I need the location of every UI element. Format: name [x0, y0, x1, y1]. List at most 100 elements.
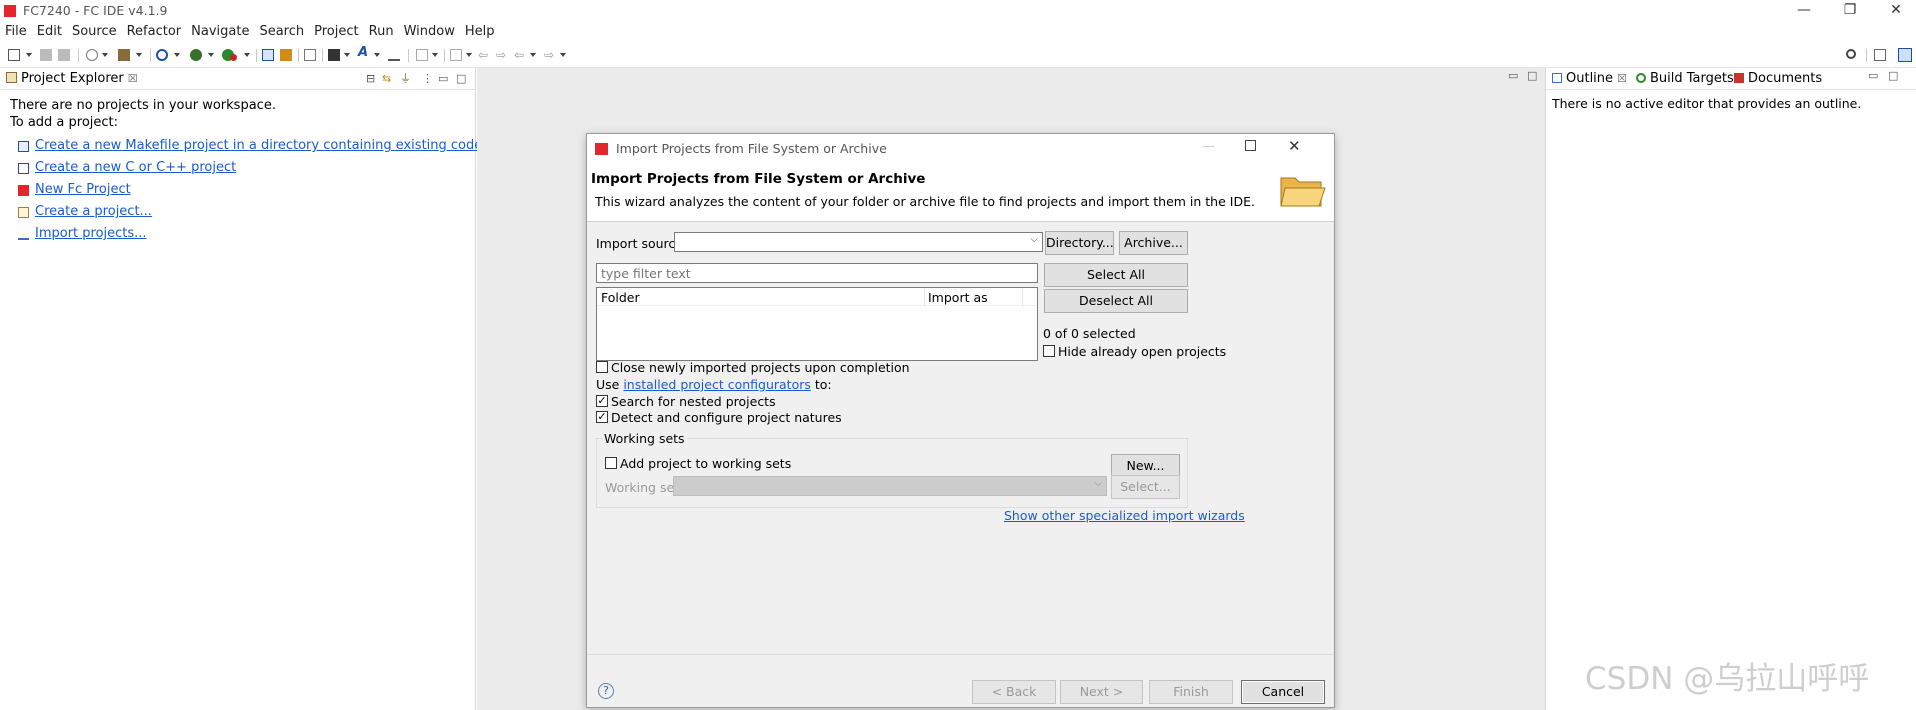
menu-window[interactable]: Window: [399, 22, 460, 41]
tab-documents[interactable]: Documents: [1734, 71, 1822, 86]
editor-maximize-icon[interactable]: □: [1527, 69, 1537, 82]
save-icon[interactable]: [40, 49, 52, 61]
search-icon[interactable]: [1846, 49, 1856, 59]
annotation-a-icon[interactable]: A: [358, 46, 370, 59]
next-annotation-dropdown-arrow[interactable]: [432, 53, 438, 57]
back-dropdown-arrow[interactable]: [530, 53, 536, 57]
menu-navigate[interactable]: Navigate: [186, 22, 254, 41]
outline-maximize-icon[interactable]: □: [1888, 69, 1898, 82]
view-menu-icon[interactable]: ⋮: [422, 68, 433, 89]
last-edit-icon[interactable]: ⇦: [478, 49, 490, 61]
cycle-icon[interactable]: [86, 49, 98, 61]
cancel-button[interactable]: Cancel: [1241, 680, 1325, 704]
toolbar-separator: [256, 49, 257, 62]
forward-icon[interactable]: ⇨: [544, 49, 556, 61]
import-as-column-header[interactable]: Import as: [928, 290, 988, 305]
filter-icon[interactable]: ⏚: [400, 68, 411, 89]
show-wizards-link[interactable]: Show other specialized import wizards: [1004, 508, 1245, 523]
editor-minimize-icon[interactable]: ▭: [1508, 69, 1518, 82]
menu-run[interactable]: Run: [364, 22, 399, 41]
menu-edit[interactable]: Edit: [32, 22, 67, 41]
import-projects-link[interactable]: Import projects...: [18, 226, 147, 241]
save-all-icon[interactable]: [58, 49, 70, 61]
menu-search[interactable]: Search: [254, 22, 309, 41]
project-explorer-icon: [6, 72, 17, 83]
download-icon[interactable]: [388, 49, 400, 61]
open-perspective-icon[interactable]: [1874, 49, 1886, 61]
close-window-button[interactable]: ✕: [1876, 0, 1916, 22]
menu-refactor[interactable]: Refactor: [122, 22, 187, 41]
filter-input[interactable]: [596, 263, 1038, 283]
hide-open-checkbox[interactable]: [1043, 345, 1055, 357]
deselect-all-button[interactable]: Deselect All: [1044, 289, 1188, 313]
cycle-dropdown-arrow[interactable]: [102, 53, 108, 57]
at-target-icon[interactable]: [156, 49, 168, 61]
tab-build-targets[interactable]: Build Targets: [1636, 71, 1734, 86]
close-view-icon[interactable]: ☒: [128, 72, 138, 85]
toolbar-separator: [150, 49, 151, 62]
package-icon[interactable]: [280, 49, 292, 61]
forward-dropdown-arrow[interactable]: [560, 53, 566, 57]
menu-help[interactable]: Help: [460, 22, 500, 41]
back-icon[interactable]: ⇦: [514, 49, 526, 61]
folder-column-header[interactable]: Folder: [601, 290, 640, 305]
toolbar-separator: [444, 49, 445, 62]
tab-outline[interactable]: Outline ☒: [1552, 71, 1627, 86]
hide-open-label[interactable]: Hide already open projects: [1058, 344, 1226, 359]
detect-natures-label[interactable]: Detect and configure project natures: [611, 410, 842, 425]
maximize-view-icon[interactable]: □: [456, 68, 466, 89]
prev-annotation-dropdown-arrow[interactable]: [466, 53, 472, 57]
menu-source[interactable]: Source: [67, 22, 122, 41]
minimize-view-icon[interactable]: ▭: [438, 68, 448, 89]
collapse-all-icon[interactable]: ⊟: [366, 68, 375, 89]
new-file-icon[interactable]: [8, 49, 20, 61]
debug-bug-icon[interactable]: [190, 49, 202, 61]
search-code-icon[interactable]: [304, 49, 316, 61]
target-dropdown-arrow[interactable]: [174, 53, 180, 57]
close-outline-icon[interactable]: ☒: [1617, 72, 1627, 85]
next-annotation-icon[interactable]: [416, 49, 428, 61]
menu-project[interactable]: Project: [309, 22, 363, 41]
close-imported-checkbox[interactable]: [596, 361, 608, 373]
search-nested-checkbox[interactable]: ✓: [596, 395, 608, 407]
dialog-maximize-icon[interactable]: [1245, 140, 1256, 151]
detect-natures-checkbox[interactable]: ✓: [596, 411, 608, 423]
add-to-working-sets-label[interactable]: Add project to working sets: [620, 456, 791, 471]
run-dropdown-arrow[interactable]: [244, 53, 250, 57]
dialog-close-icon[interactable]: ✕: [1288, 137, 1301, 155]
outline-minimize-icon[interactable]: ▭: [1868, 69, 1878, 82]
new-fc-project-link[interactable]: New Fc Project: [18, 182, 131, 197]
terminal-icon[interactable]: [262, 49, 274, 61]
menu-file[interactable]: File: [0, 22, 32, 41]
last-edit-forward-icon[interactable]: ⇨: [496, 49, 508, 61]
create-makefile-project-link[interactable]: Create a new Makefile project in a direc…: [18, 138, 482, 153]
prev-annotation-icon[interactable]: [450, 49, 462, 61]
search-nested-label[interactable]: Search for nested projects: [611, 394, 776, 409]
minimize-button[interactable]: —: [1784, 0, 1824, 22]
restore-button[interactable]: ❐: [1830, 0, 1870, 22]
build-dropdown-arrow[interactable]: [136, 53, 142, 57]
create-c-project-link[interactable]: Create a new C or C++ project: [18, 160, 236, 175]
projects-table[interactable]: Folder Import as: [596, 287, 1038, 361]
project-explorer-tab[interactable]: Project Explorer ☒ ⊟ ⇆ ⏚ ⋮ ▭ □: [0, 68, 475, 90]
console-icon[interactable]: [328, 49, 340, 61]
add-to-working-sets-checkbox[interactable]: [605, 457, 617, 469]
debug-dropdown-arrow[interactable]: [208, 53, 214, 57]
help-icon[interactable]: ?: [598, 683, 614, 699]
console-dropdown-arrow[interactable]: [344, 53, 350, 57]
back-button: < Back: [972, 680, 1056, 704]
archive-button[interactable]: Archive...: [1119, 231, 1188, 255]
configurators-link[interactable]: installed project configurators: [623, 377, 811, 392]
annotation-dropdown-arrow[interactable]: [374, 53, 380, 57]
c-perspective-icon[interactable]: [1898, 48, 1912, 62]
close-imported-label[interactable]: Close newly imported projects upon compl…: [611, 360, 910, 375]
select-all-button[interactable]: Select All: [1044, 263, 1188, 287]
import-source-combo[interactable]: ⌵: [674, 232, 1043, 252]
new-dropdown-arrow[interactable]: [26, 53, 32, 57]
directory-button[interactable]: Directory...: [1045, 231, 1114, 255]
menu-bar: File Edit Source Refactor Navigate Search Proj…: [0, 22, 1916, 42]
link-editor-icon[interactable]: ⇆: [382, 68, 391, 89]
chevron-down-icon: ⌵: [1030, 234, 1038, 245]
hammer-build-icon[interactable]: [118, 49, 130, 61]
create-project-link[interactable]: Create a project...: [18, 204, 152, 219]
